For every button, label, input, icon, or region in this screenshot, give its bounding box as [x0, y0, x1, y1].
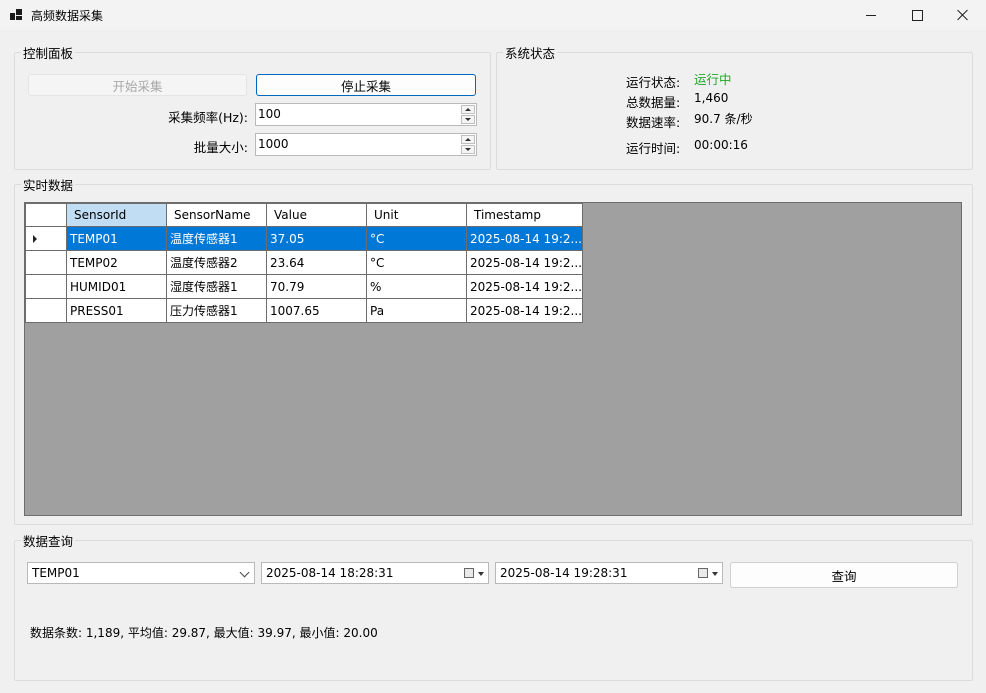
- corner-header-cell[interactable]: [25, 203, 67, 227]
- table-cell[interactable]: PRESS01: [66, 298, 167, 323]
- total-data-value: 1,460: [694, 91, 729, 105]
- batch-size-stepper[interactable]: 1000: [255, 133, 477, 156]
- spin-down-button[interactable]: [461, 145, 475, 154]
- data-query-legend: 数据查询: [21, 531, 76, 550]
- calendar-icon[interactable]: [698, 568, 708, 578]
- column-header[interactable]: SensorId: [66, 203, 167, 227]
- arrow-down-icon: [465, 118, 471, 121]
- table-cell[interactable]: HUMID01: [66, 274, 167, 299]
- table-cell[interactable]: 2025-08-14 19:2...: [466, 250, 583, 275]
- arrow-up-icon: [465, 108, 471, 111]
- minimize-button[interactable]: [848, 0, 894, 30]
- sensor-select-value: TEMP01: [32, 566, 80, 580]
- table-cell[interactable]: TEMP01: [66, 226, 167, 251]
- table-cell[interactable]: 23.64: [266, 250, 367, 275]
- table-cell[interactable]: 2025-08-14 19:2...: [466, 226, 583, 251]
- sensor-select[interactable]: TEMP01: [27, 562, 255, 584]
- spin-up-button[interactable]: [461, 135, 475, 144]
- maximize-icon: [911, 9, 923, 21]
- table-cell[interactable]: 1007.65: [266, 298, 367, 323]
- end-time-picker[interactable]: 2025-08-14 19:28:31: [495, 562, 723, 584]
- runtime-value: 00:00:16: [694, 138, 748, 152]
- table-header-row: SensorId SensorName Value Unit Timestamp: [25, 203, 583, 227]
- frequency-label: 采集频率(Hz):: [168, 110, 248, 125]
- batch-spin-buttons[interactable]: [461, 135, 475, 154]
- table-cell[interactable]: 温度传感器1: [166, 226, 267, 251]
- total-data-label: 总数据量:: [626, 95, 681, 110]
- spin-up-button[interactable]: [461, 105, 475, 114]
- frequency-stepper[interactable]: 100: [255, 103, 477, 126]
- row-header-cell[interactable]: [25, 250, 67, 275]
- table-cell[interactable]: 湿度传感器1: [166, 274, 267, 299]
- table-row[interactable]: TEMP01 温度传感器1 37.05 °C 2025-08-14 19:2..…: [25, 226, 583, 251]
- table-cell[interactable]: 70.79: [266, 274, 367, 299]
- data-rate-label: 数据速率:: [626, 115, 681, 130]
- run-state-value: 运行中: [694, 72, 732, 87]
- close-button[interactable]: [940, 0, 986, 30]
- current-row-icon: [33, 234, 37, 243]
- start-time-picker[interactable]: 2025-08-14 18:28:31: [261, 562, 489, 584]
- start-collect-button[interactable]: 开始采集: [28, 74, 247, 96]
- table-cell[interactable]: 压力传感器1: [166, 298, 267, 323]
- table-cell[interactable]: °C: [366, 226, 467, 251]
- data-rate-value: 90.7 条/秒: [694, 112, 753, 126]
- table-cell[interactable]: 2025-08-14 19:2...: [466, 298, 583, 323]
- table-row[interactable]: TEMP02 温度传感器2 23.64 °C 2025-08-14 19:2..…: [25, 250, 583, 275]
- query-button[interactable]: 查询: [730, 562, 958, 588]
- realtime-data-legend: 实时数据: [21, 175, 76, 194]
- table-cell[interactable]: 37.05: [266, 226, 367, 251]
- batch-size-label: 批量大小:: [193, 140, 248, 155]
- app-icon: [10, 9, 22, 21]
- table-cell[interactable]: Pa: [366, 298, 467, 323]
- realtime-data-grid[interactable]: SensorId SensorName Value Unit Timestamp…: [24, 202, 962, 516]
- frequency-spin-buttons[interactable]: [461, 105, 475, 124]
- spin-down-button[interactable]: [461, 115, 475, 124]
- control-panel-legend: 控制面板: [21, 43, 76, 62]
- table-row[interactable]: HUMID01 湿度传感器1 70.79 % 2025-08-14 19:2..…: [25, 274, 583, 299]
- row-header-cell[interactable]: [25, 274, 67, 299]
- end-time-value: 2025-08-14 19:28:31: [500, 566, 628, 580]
- query-result-summary: 数据条数: 1,189, 平均值: 29.87, 最大值: 39.97, 最小值…: [30, 626, 378, 640]
- dropdown-arrow-icon[interactable]: [478, 572, 484, 576]
- runtime-label: 运行时间:: [626, 141, 681, 156]
- arrow-up-icon: [465, 138, 471, 141]
- row-header-cell[interactable]: [25, 226, 67, 251]
- start-time-value: 2025-08-14 18:28:31: [266, 566, 394, 580]
- column-header[interactable]: Timestamp: [466, 203, 583, 227]
- arrow-down-icon: [465, 148, 471, 151]
- run-state-label: 运行状态:: [626, 75, 681, 90]
- minimize-icon: [866, 14, 876, 16]
- window-title: 高频数据采集: [31, 9, 104, 23]
- table-cell[interactable]: %: [366, 274, 467, 299]
- calendar-icon[interactable]: [464, 568, 474, 578]
- data-table: SensorId SensorName Value Unit Timestamp…: [25, 203, 583, 323]
- batch-size-value: 1000: [258, 137, 289, 151]
- title-bar[interactable]: 高频数据采集: [0, 0, 986, 30]
- table-cell[interactable]: °C: [366, 250, 467, 275]
- chevron-down-icon: [239, 567, 250, 578]
- row-header-cell[interactable]: [25, 298, 67, 323]
- column-header[interactable]: Value: [266, 203, 367, 227]
- main-window: 高频数据采集 控制面板 开始采集 停止采集 采集频率(Hz): 100 批量大小…: [0, 0, 986, 693]
- frequency-value: 100: [258, 107, 281, 121]
- column-header[interactable]: Unit: [366, 203, 467, 227]
- maximize-button[interactable]: [894, 0, 940, 30]
- stop-collect-button[interactable]: 停止采集: [256, 74, 476, 96]
- table-row[interactable]: PRESS01 压力传感器1 1007.65 Pa 2025-08-14 19:…: [25, 298, 583, 323]
- column-header[interactable]: SensorName: [166, 203, 267, 227]
- table-cell[interactable]: 温度传感器2: [166, 250, 267, 275]
- table-cell[interactable]: 2025-08-14 19:2...: [466, 274, 583, 299]
- system-status-legend: 系统状态: [503, 43, 558, 62]
- close-icon: [957, 9, 969, 21]
- table-cell[interactable]: TEMP02: [66, 250, 167, 275]
- dropdown-arrow-icon[interactable]: [712, 572, 718, 576]
